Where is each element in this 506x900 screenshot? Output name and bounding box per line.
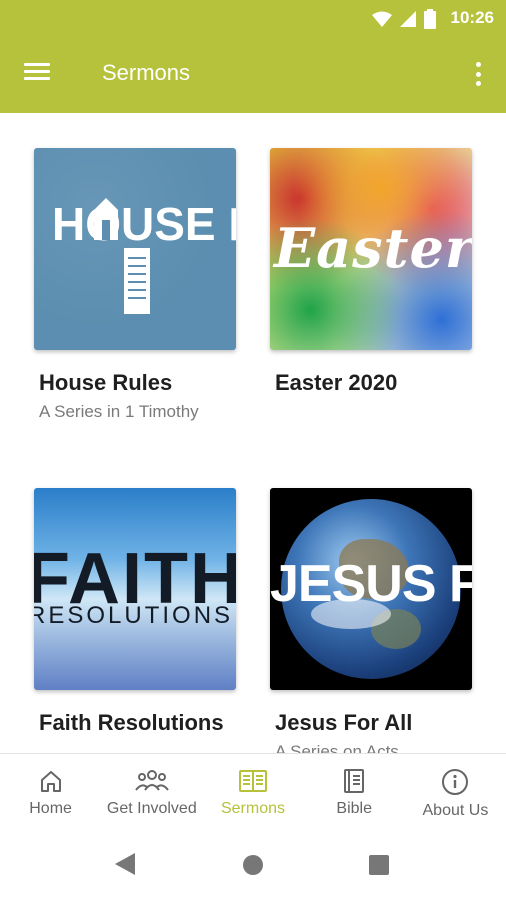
bible-icon — [344, 769, 365, 793]
info-icon — [442, 769, 469, 795]
nav-sermons[interactable]: Sermons — [202, 754, 303, 829]
toolbar: Sermons — [0, 36, 506, 113]
sermon-title: Faith Resolutions — [39, 710, 224, 735]
sermon-card-easter-2020[interactable]: Easter Easter 2020 — [270, 148, 472, 397]
home-icon — [40, 771, 61, 792]
art-subword: RESOLUTIONS — [34, 602, 234, 629]
sermon-subtitle: A Series on Acts — [275, 742, 399, 753]
status-icons — [372, 9, 436, 29]
art-word-1: HOUSE RULES — [52, 198, 236, 250]
back-icon[interactable] — [115, 853, 135, 875]
nav-label: Sermons — [220, 800, 286, 817]
sermon-card-house-rules[interactable]: HOUSE RULES House Rules A Series in 1 Ti… — [34, 148, 236, 423]
app-bar: 10:26 Sermons — [0, 0, 506, 113]
sermon-subtitle: A Series in 1 Timothy — [39, 402, 199, 421]
art-word: JESUS FOR ALL — [270, 555, 472, 613]
status-time: 10:26 — [450, 8, 494, 27]
sermon-title: Jesus For All — [275, 710, 413, 735]
sermon-card-faith-resolutions[interactable]: FAITH RESOLUTIONS Faith Resolutions — [34, 488, 236, 737]
sermon-artwork: FAITH RESOLUTIONS — [34, 488, 236, 690]
wifi-icon — [372, 11, 392, 27]
nav-about-us[interactable]: About Us — [405, 754, 506, 829]
sermon-title: Easter 2020 — [275, 370, 398, 395]
page-title: Sermons — [102, 60, 191, 85]
sermon-artwork: JESUS FOR ALL — [270, 488, 472, 690]
nav-label: Get Involved — [106, 800, 197, 817]
nav-home[interactable]: Home — [0, 754, 101, 829]
nav-get-involved[interactable]: Get Involved — [101, 754, 202, 829]
book-open-icon — [239, 770, 267, 792]
menu-icon[interactable] — [22, 59, 56, 89]
signal-icon — [400, 11, 416, 27]
sermon-card-jesus-for-all[interactable]: JESUS FOR ALL Jesus For All A Series on … — [270, 488, 472, 753]
more-options-icon[interactable] — [466, 58, 490, 90]
sermon-artwork: HOUSE RULES — [34, 148, 236, 350]
status-bar: 10:26 — [0, 0, 506, 36]
sermon-artwork: Easter — [270, 148, 472, 350]
nav-label: Home — [29, 800, 72, 817]
people-icon — [134, 770, 169, 791]
nav-label: About Us — [422, 802, 489, 819]
nav-bible[interactable]: Bible — [304, 754, 405, 829]
art-word: Easter — [274, 216, 472, 280]
bottom-navigation: Home Get Involved Sermons Bible About Us — [0, 753, 506, 829]
home-button-icon[interactable] — [243, 855, 263, 875]
sermon-title: House Rules — [39, 370, 173, 395]
system-navigation-bar — [0, 829, 506, 900]
nav-label: Bible — [336, 800, 372, 817]
battery-icon — [424, 9, 436, 29]
recent-apps-icon[interactable] — [369, 855, 389, 875]
sermon-grid: HOUSE RULES House Rules A Series in 1 Ti… — [0, 113, 506, 753]
house-rules-artwork: HOUSE RULES — [52, 198, 236, 314]
